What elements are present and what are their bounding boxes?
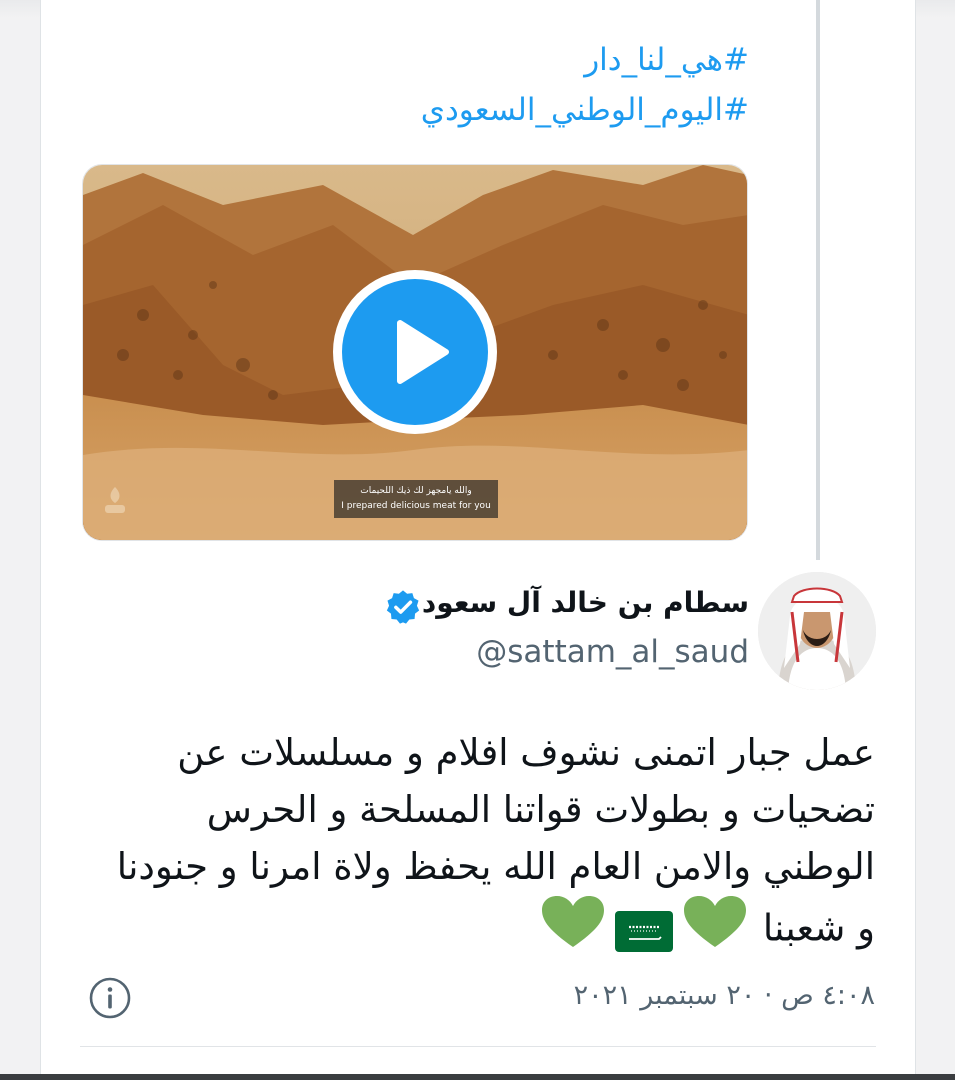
bottom-edge: [0, 1074, 955, 1080]
saudi-flag-icon: [615, 911, 674, 952]
user-handle[interactable]: @sattam_al_saud: [476, 634, 749, 670]
divider: [80, 1046, 876, 1047]
green-heart-icon: [540, 895, 606, 965]
hashtag-link[interactable]: #اليوم_الوطني_السعودي: [421, 92, 749, 128]
thread-line: [816, 0, 820, 560]
video-subtitle: والله يامجهز لك ذيك اللحيمات I prepared …: [334, 480, 498, 518]
green-heart-icon: [682, 895, 748, 965]
display-name[interactable]: سطام بن خالد آل سعود: [422, 586, 749, 619]
subtitle-english: I prepared delicious meat for you: [341, 501, 491, 511]
video-thumbnail[interactable]: والله يامجهز لك ذيك اللحيمات I prepared …: [82, 164, 748, 541]
subtitle-arabic: والله يامجهز لك ذيك اللحيمات: [360, 486, 472, 496]
hashtag-link[interactable]: #هي_لنا_دار: [584, 42, 749, 78]
info-icon[interactable]: [88, 976, 132, 1020]
verified-badge-icon: [384, 588, 422, 626]
tweet-body: عمل جبار اتمنى نشوف افلام و مسلسلات عن ت…: [116, 731, 875, 950]
tweet-timestamp[interactable]: ٤:٠٨ ص · ٢٠ سبتمبر ٢٠٢١: [574, 980, 875, 1011]
tweet-text: عمل جبار اتمنى نشوف افلام و مسلسلات عن ت…: [95, 724, 875, 965]
avatar[interactable]: [758, 572, 876, 690]
logo-watermark-icon: [101, 485, 129, 517]
play-icon: [342, 279, 488, 425]
play-button[interactable]: [333, 270, 497, 434]
